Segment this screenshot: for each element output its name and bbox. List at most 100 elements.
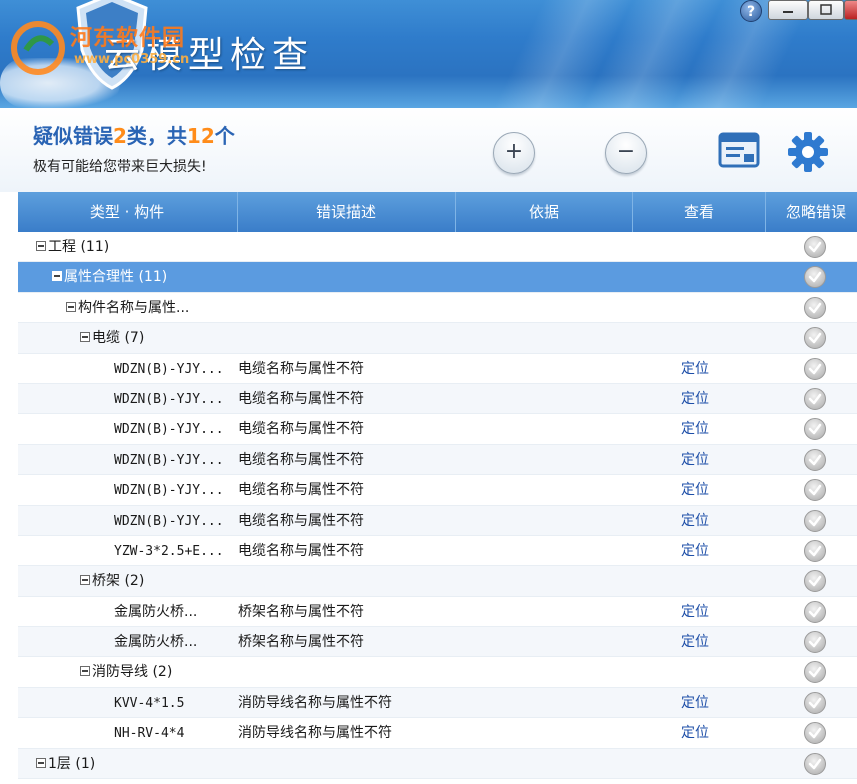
locate-link[interactable]: 定位	[681, 445, 709, 475]
ignore-check-icon[interactable]	[804, 752, 826, 775]
locate-link[interactable]: 定位	[681, 414, 709, 444]
maximize-icon	[820, 4, 832, 15]
ignore-check-icon[interactable]	[804, 236, 826, 258]
ignore-check-icon[interactable]	[804, 387, 826, 410]
locate-link[interactable]: 定位	[681, 475, 709, 505]
error-description: 消防导线名称与属性不符	[238, 694, 392, 711]
row-label: WDZN(B)-YJY...	[114, 422, 224, 438]
table-row[interactable]: KVV-4*1.5 消防导线名称与属性不符 定位	[18, 687, 857, 719]
summary-subtitle: 极有可能给您带来巨大损失!	[33, 159, 207, 175]
row-label-cell: 电缆 (7)	[80, 323, 144, 353]
error-description: 电缆名称与属性不符	[238, 451, 364, 468]
row-label: WDZN(B)-YJY...	[114, 483, 224, 499]
tree-group-row[interactable]: 构件名称与属性...	[18, 292, 857, 324]
table-header: 类型 · 构件 错误描述 依据 查看 忽略错误	[18, 192, 857, 232]
row-label-cell: WDZN(B)-YJY...	[114, 414, 224, 445]
row-label-cell: WDZN(B)-YJY...	[114, 354, 224, 385]
report-icon[interactable]	[718, 130, 762, 170]
table-row[interactable]: WDZN(B)-YJY... 电缆名称与属性不符 定位	[18, 353, 857, 385]
collapse-toggle-icon[interactable]	[80, 575, 90, 586]
ignore-check-icon[interactable]	[804, 357, 826, 380]
error-description: 电缆名称与属性不符	[238, 421, 364, 438]
locate-link[interactable]: 定位	[681, 536, 709, 566]
row-label-cell: WDZN(B)-YJY...	[114, 506, 224, 537]
tree-group-row[interactable]: 属性合理性 (11)	[18, 262, 857, 293]
app-banner: 云模型检查 河东软件园 www.pc0359.cn ?	[0, 0, 857, 108]
row-label-cell: 工程 (11)	[36, 232, 109, 262]
row-label: 消防导线 (2)	[92, 664, 173, 681]
row-label-cell: 消防导线 (2)	[80, 657, 172, 687]
minimize-button[interactable]	[768, 0, 808, 20]
collapse-toggle-icon[interactable]	[80, 332, 90, 343]
table-row[interactable]: YZW-3*2.5+E... 电缆名称与属性不符 定位	[18, 535, 857, 567]
help-button[interactable]: ?	[740, 0, 762, 22]
collapse-toggle-icon[interactable]	[36, 241, 46, 251]
row-label-cell: WDZN(B)-YJY...	[114, 384, 224, 415]
locate-link[interactable]: 定位	[681, 506, 709, 536]
locate-link[interactable]: 定位	[681, 597, 709, 627]
row-label: YZW-3*2.5+E...	[114, 543, 224, 559]
error-description: 电缆名称与属性不符	[238, 360, 364, 377]
locate-link[interactable]: 定位	[681, 627, 709, 657]
ignore-check-icon[interactable]	[804, 509, 826, 532]
ignore-check-icon[interactable]	[804, 600, 826, 623]
settings-gear-icon[interactable]	[786, 130, 830, 174]
ignore-check-icon[interactable]	[804, 722, 826, 745]
tree-group-row[interactable]: 工程 (11)	[18, 232, 857, 263]
table-row[interactable]: WDZN(B)-YJY... 电缆名称与属性不符 定位	[18, 383, 857, 415]
collapse-toggle-icon[interactable]	[52, 271, 62, 282]
locate-link[interactable]: 定位	[681, 718, 709, 748]
row-label: WDZN(B)-YJY...	[114, 513, 224, 529]
column-header-type[interactable]: 类型 · 构件	[18, 192, 236, 232]
table-row[interactable]: WDZN(B)-YJY... 电缆名称与属性不符 定位	[18, 505, 857, 537]
table-row[interactable]: WDZN(B)-YJY... 电缆名称与属性不符 定位	[18, 444, 857, 476]
ignore-check-icon[interactable]	[804, 570, 826, 593]
ignore-check-icon[interactable]	[804, 448, 826, 471]
tree-group-row[interactable]: 电缆 (7)	[18, 323, 857, 354]
column-header-ignore[interactable]: 忽略错误	[766, 192, 857, 232]
row-label-cell: 金属防火桥...	[114, 597, 197, 627]
ignore-check-icon[interactable]	[804, 296, 826, 319]
ignore-check-icon[interactable]	[804, 691, 826, 714]
summary-suffix: 个	[214, 124, 235, 148]
table-row[interactable]: 金属防火桥... 桥架名称与属性不符 定位	[18, 627, 857, 658]
collapse-toggle-icon[interactable]	[36, 757, 46, 768]
table-row[interactable]: WDZN(B)-YJY... 电缆名称与属性不符 定位	[18, 475, 857, 506]
tree-group-row[interactable]: 消防导线 (2)	[18, 657, 857, 688]
row-label-cell: WDZN(B)-YJY...	[114, 475, 224, 506]
column-header-view[interactable]: 查看	[633, 192, 765, 232]
summary-prefix: 疑似错误	[33, 124, 113, 148]
watermark: 河东软件园 www.pc0359.cn	[8, 6, 208, 76]
maximize-button[interactable]	[808, 0, 844, 20]
row-label-cell: NH-RV-4*4	[114, 718, 184, 749]
error-description: 消防导线名称与属性不符	[238, 725, 392, 742]
ignore-check-icon[interactable]	[804, 539, 826, 562]
ignore-check-icon[interactable]	[804, 661, 826, 684]
row-label-cell: WDZN(B)-YJY...	[114, 445, 224, 476]
summary-total-count: 12	[186, 124, 215, 148]
table-row[interactable]: 金属防火桥... 桥架名称与属性不符 定位	[18, 596, 857, 628]
locate-link[interactable]: 定位	[681, 688, 709, 718]
ignore-check-icon[interactable]	[804, 631, 826, 654]
row-label-cell: KVV-4*1.5	[114, 688, 184, 719]
tree-group-row[interactable]: 桥架 (2)	[18, 566, 857, 597]
locate-link[interactable]: 定位	[681, 384, 709, 414]
collapse-toggle-icon[interactable]	[66, 301, 76, 312]
ignore-check-icon[interactable]	[804, 418, 826, 441]
collapse-toggle-icon[interactable]	[80, 666, 90, 677]
collapse-all-button[interactable]: −	[605, 132, 647, 174]
table-row[interactable]: NH-RV-4*4 消防导线名称与属性不符 定位	[18, 718, 857, 749]
ignore-check-icon[interactable]	[804, 266, 826, 289]
ignore-check-icon[interactable]	[804, 327, 826, 350]
expand-all-button[interactable]: +	[493, 132, 535, 174]
locate-link[interactable]: 定位	[681, 354, 709, 384]
table-row[interactable]: WDZN(B)-YJY... 电缆名称与属性不符 定位	[18, 414, 857, 445]
row-label: NH-RV-4*4	[114, 726, 185, 742]
column-header-description[interactable]: 错误描述	[238, 192, 454, 232]
ignore-check-icon[interactable]	[804, 479, 826, 502]
tree-group-row[interactable]: 1层 (1)	[18, 748, 857, 780]
row-label-cell: 1层 (1)	[36, 749, 95, 779]
close-button[interactable]	[844, 0, 857, 20]
column-header-basis[interactable]: 依据	[456, 192, 632, 232]
row-label: WDZN(B)-YJY...	[114, 391, 224, 407]
